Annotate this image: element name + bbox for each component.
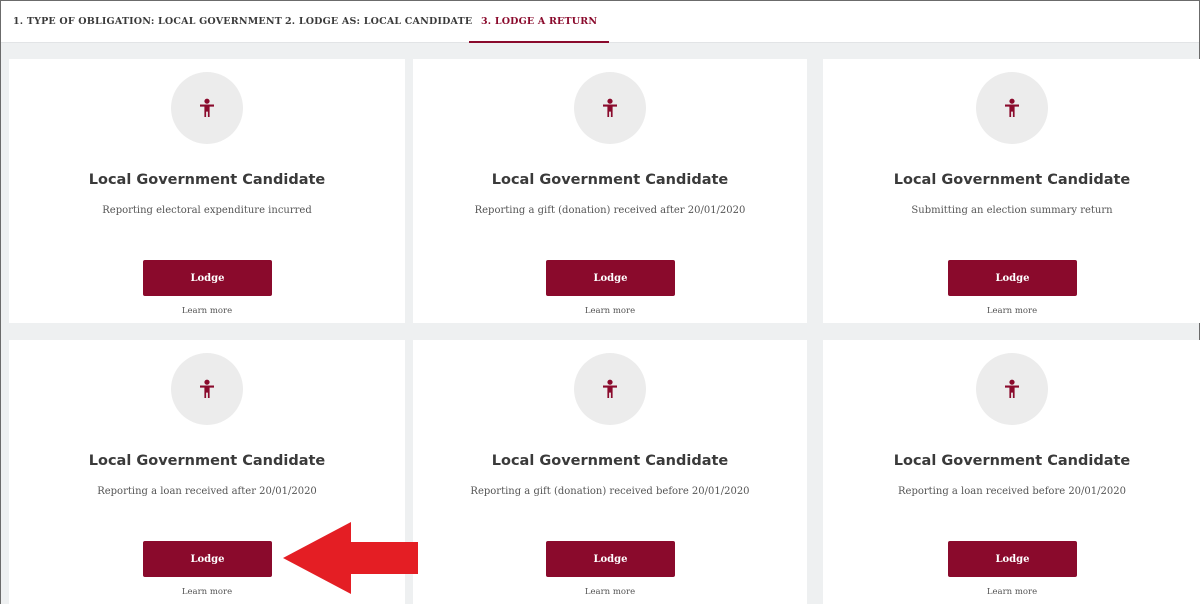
return-card: Local Government Candidate Submitting an… [823,59,1200,323]
learn-more-link[interactable]: Learn more [413,306,807,316]
lodge-button[interactable]: Lodge [546,541,675,577]
lodge-button[interactable]: Lodge [143,541,272,577]
person-icon-badge [171,72,243,144]
card-description: Reporting a loan received after 20/01/20… [97,486,317,497]
lodge-button[interactable]: Lodge [546,260,675,296]
card-description: Submitting an election summary return [911,205,1113,216]
person-icon [200,379,214,398]
learn-more-link[interactable]: Learn more [9,306,405,316]
return-card: Local Government Candidate Reporting a l… [823,340,1200,604]
learn-more-link[interactable]: Learn more [823,587,1200,597]
card-title: Local Government Candidate [88,453,326,469]
person-icon-badge [574,353,646,425]
card-description: Reporting electoral expenditure incurred [102,205,312,216]
person-icon-badge [574,72,646,144]
return-card: Local Government Candidate Reporting a g… [413,59,807,323]
person-icon [603,98,617,117]
lodge-button[interactable]: Lodge [948,541,1077,577]
person-icon [1005,379,1019,398]
learn-more-link[interactable]: Learn more [413,587,807,597]
tab-lodge-a-return[interactable]: 3. LODGE A RETURN [468,1,610,43]
lodge-button[interactable]: Lodge [948,260,1077,296]
person-icon-badge [976,72,1048,144]
card-description: Reporting a gift (donation) received aft… [474,205,746,216]
app-frame: 1. TYPE OF OBLIGATION: LOCAL GOVERNMENT … [0,0,1200,604]
card-title: Local Government Candidate [893,453,1131,469]
card-title: Local Government Candidate [491,453,729,469]
step-tabs: 1. TYPE OF OBLIGATION: LOCAL GOVERNMENT … [1,1,1199,43]
card-title: Local Government Candidate [491,172,729,188]
tab-lodge-as[interactable]: 2. LODGE AS: LOCAL CANDIDATE [285,1,472,43]
return-type-grid: Local Government Candidate Reporting ele… [1,59,1200,604]
red-arrow-annotation [283,522,418,594]
person-icon [603,379,617,398]
person-icon [1005,98,1019,117]
person-icon [200,98,214,117]
card-title: Local Government Candidate [893,172,1131,188]
return-card: Local Government Candidate Reporting a g… [413,340,807,604]
lodge-button[interactable]: Lodge [143,260,272,296]
person-icon-badge [976,353,1048,425]
card-description: Reporting a loan received before 20/01/2… [898,486,1126,497]
card-description: Reporting a gift (donation) received bef… [470,486,750,497]
return-card: Local Government Candidate Reporting ele… [9,59,405,323]
card-title: Local Government Candidate [88,172,326,188]
learn-more-link[interactable]: Learn more [823,306,1200,316]
tab-type-of-obligation[interactable]: 1. TYPE OF OBLIGATION: LOCAL GOVERNMENT [13,1,282,43]
person-icon-badge [171,353,243,425]
